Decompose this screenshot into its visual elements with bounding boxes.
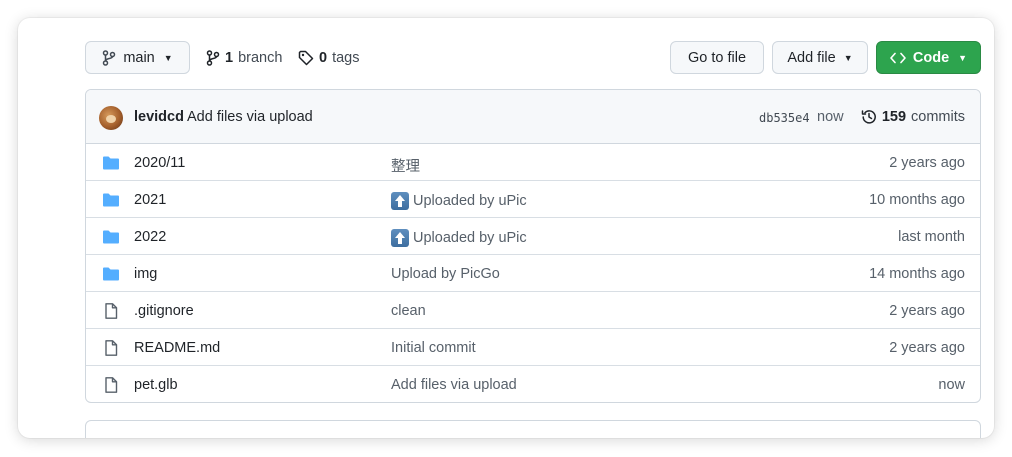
file-list: 2020/11 整理 2 years ago 2021 Uploaded by uPic… <box>86 144 980 402</box>
file-name-link[interactable]: pet.glb <box>134 377 178 393</box>
file-commit-message-text: Upload by PicGo <box>391 266 500 282</box>
readme-panel <box>85 420 981 438</box>
file-commit-message-text: Add files via upload <box>391 377 517 393</box>
table-row[interactable]: 2020/11 整理 2 years ago <box>86 144 980 181</box>
folder-icon <box>102 192 120 208</box>
commit-count-word: commits <box>911 109 965 125</box>
git-branch-icon <box>103 49 116 66</box>
table-row[interactable]: pet.glb Add files via upload now <box>86 366 980 402</box>
file-age: now <box>938 377 965 393</box>
file-table: levidcd Add files via upload db535e4 now… <box>85 89 981 403</box>
chevron-down-icon: ▼ <box>958 52 968 63</box>
upload-arrow-icon <box>391 229 409 247</box>
commit-message[interactable]: Add files via upload <box>187 109 313 125</box>
add-file-label: Add file <box>787 49 836 66</box>
avatar[interactable] <box>99 106 123 130</box>
file-age: 10 months ago <box>869 192 965 208</box>
file-commit-message[interactable]: Uploaded by uPic <box>391 229 527 247</box>
table-row[interactable]: README.md Initial commit 2 years ago <box>86 329 980 366</box>
tag-word: tags <box>332 49 360 66</box>
file-name-link[interactable]: README.md <box>134 340 220 356</box>
folder-icon <box>102 229 120 245</box>
folder-icon <box>102 266 120 282</box>
file-name-link[interactable]: .gitignore <box>134 303 194 319</box>
branch-select-button[interactable]: main ▼ <box>85 41 190 74</box>
file-name-link[interactable]: img <box>134 266 157 282</box>
file-icon <box>102 303 120 319</box>
chevron-down-icon: ▼ <box>843 52 853 63</box>
file-commit-message[interactable]: clean <box>391 303 426 319</box>
repo-toolbar: main ▼ 1 branch 0 tags Go to file Add fi… <box>85 41 981 74</box>
commit-author[interactable]: levidcd <box>134 109 184 125</box>
file-age: 14 months ago <box>869 266 965 282</box>
file-commit-message[interactable]: Uploaded by uPic <box>391 192 527 210</box>
file-commit-message[interactable]: Add files via upload <box>391 377 517 393</box>
file-commit-message-text: clean <box>391 303 426 319</box>
browser-window: main ▼ 1 branch 0 tags Go to file Add fi… <box>18 18 994 438</box>
git-branch-icon <box>206 49 220 66</box>
go-to-file-label: Go to file <box>687 49 747 66</box>
table-row[interactable]: img Upload by PicGo 14 months ago <box>86 255 980 292</box>
commit-time: now <box>817 109 844 125</box>
file-commit-message-text: Initial commit <box>391 340 476 356</box>
table-row[interactable]: .gitignore clean 2 years ago <box>86 292 980 329</box>
file-commit-message-text: Uploaded by uPic <box>413 193 527 209</box>
history-icon <box>861 110 876 124</box>
table-row[interactable]: 2022 Uploaded by uPic last month <box>86 218 980 255</box>
table-row[interactable]: 2021 Uploaded by uPic 10 months ago <box>86 181 980 218</box>
file-name-link[interactable]: 2021 <box>134 192 166 208</box>
file-name-link[interactable]: 2022 <box>134 229 166 245</box>
branch-name: main <box>123 49 155 66</box>
code-label: Code <box>912 49 950 66</box>
file-icon <box>102 377 120 393</box>
go-to-file-button[interactable]: Go to file <box>670 41 764 74</box>
file-age: 2 years ago <box>889 155 965 171</box>
commit-sha[interactable]: db535e4 <box>759 111 810 125</box>
commit-count: 159 <box>881 109 907 125</box>
latest-commit-bar: levidcd Add files via upload db535e4 now… <box>86 90 980 144</box>
tags-link[interactable]: 0 tags <box>298 41 360 74</box>
file-commit-message-text: 整理 <box>391 159 420 175</box>
file-commit-message-text: Uploaded by uPic <box>413 230 527 246</box>
file-commit-message[interactable]: Upload by PicGo <box>391 266 500 282</box>
file-age: last month <box>898 229 965 245</box>
add-file-button[interactable]: Add file ▼ <box>772 41 868 74</box>
upload-arrow-icon <box>391 192 409 210</box>
code-brackets-icon <box>890 52 906 63</box>
folder-icon <box>102 155 120 171</box>
file-age: 2 years ago <box>889 303 965 319</box>
tag-icon <box>298 50 314 65</box>
file-commit-message[interactable]: Initial commit <box>391 340 476 356</box>
chevron-down-icon: ▼ <box>163 52 173 63</box>
file-icon <box>102 340 120 356</box>
code-button[interactable]: Code ▼ <box>876 41 981 74</box>
tag-count: 0 <box>319 49 328 66</box>
file-name-link[interactable]: 2020/11 <box>134 155 185 171</box>
branches-link[interactable]: 1 branch <box>206 41 282 74</box>
file-commit-message[interactable]: 整理 <box>391 155 420 176</box>
branch-word: branch <box>238 49 283 66</box>
file-age: 2 years ago <box>889 340 965 356</box>
branch-count: 1 <box>225 49 234 66</box>
commits-history-link[interactable]: 159 commits <box>861 109 965 125</box>
